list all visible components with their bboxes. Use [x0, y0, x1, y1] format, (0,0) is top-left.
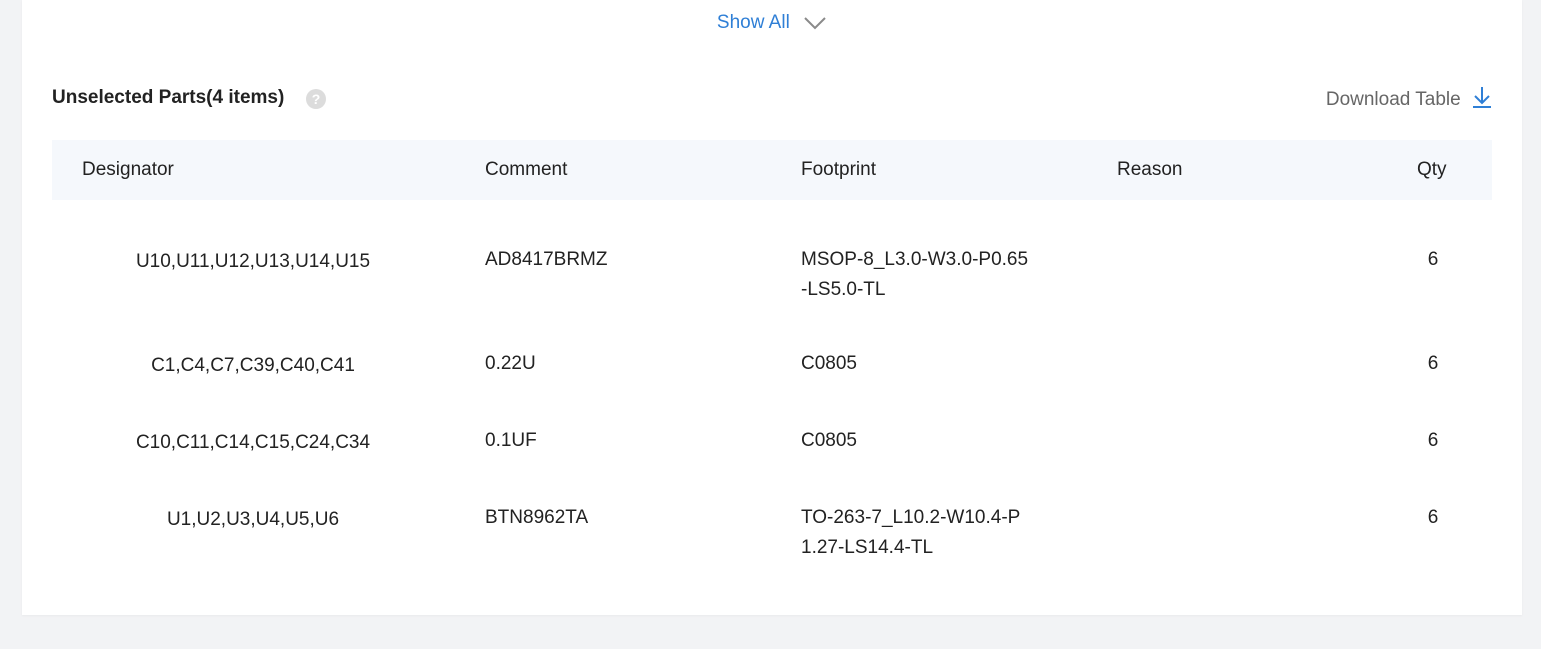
unselected-parts-table: Designator Comment Footprint Reason Qty … — [52, 140, 1492, 558]
footprint-line: C0805 — [801, 430, 857, 451]
designator-cell: C10,C11,C14,C15,C24,C34 — [135, 432, 371, 453]
footprint-line: TO-263-7_L10.2-W10.4-P — [801, 507, 1021, 528]
comment-cell: 0.22U — [485, 353, 536, 374]
footprint-line: -LS5.0-TL — [801, 279, 886, 300]
comment-cell: AD8417BRMZ — [485, 249, 608, 270]
qty-cell: 6 — [1427, 507, 1439, 528]
column-header-footprint: Footprint — [801, 159, 876, 180]
download-table-button[interactable]: Download Table — [1326, 86, 1492, 112]
show-all-label: Show All — [716, 12, 790, 33]
qty-cell: 6 — [1427, 353, 1439, 374]
footprint-line: MSOP-8_L3.0-W3.0-P0.65 — [801, 249, 1029, 270]
footprint-cell: C0805 — [801, 349, 1071, 379]
comment-cell: 0.1UF — [485, 430, 537, 451]
section-header: Unselected Parts(4 items) ? Download Tab… — [52, 86, 1492, 114]
designator-cell: U1,U2,U3,U4,U5,U6 — [166, 509, 340, 530]
footprint-line: C0805 — [801, 353, 857, 374]
qty-cell: 6 — [1427, 430, 1439, 451]
show-all-button[interactable]: Show All — [22, 12, 1522, 34]
section-title: Unselected Parts(4 items) — [52, 87, 285, 108]
table-header: Designator Comment Footprint Reason Qty — [52, 140, 1492, 200]
designator-cell: U10,U11,U12,U13,U14,U15 — [135, 251, 371, 272]
comment-cell: BTN8962TA — [485, 507, 589, 528]
qty-cell: 6 — [1427, 249, 1439, 270]
footprint-line: 1.27-LS14.4-TL — [801, 537, 934, 558]
column-header-reason: Reason — [1117, 159, 1183, 180]
designator-cell: C1,C4,C7,C39,C40,C41 — [151, 355, 355, 376]
chevron-down-icon — [804, 17, 826, 30]
footprint-cell: MSOP-8_L3.0-W3.0-P0.65 -LS5.0-TL — [801, 245, 1071, 305]
footprint-cell: TO-263-7_L10.2-W10.4-P 1.27-LS14.4-TL — [801, 503, 1071, 563]
download-arrow-icon — [1473, 87, 1491, 108]
column-header-qty: Qty — [1417, 159, 1447, 180]
column-header-designator: Designator — [82, 159, 174, 180]
footprint-cell: C0805 — [801, 426, 1071, 456]
column-header-comment: Comment — [485, 159, 568, 180]
question-circle-icon[interactable]: ? — [306, 89, 326, 109]
download-table-label: Download Table — [1325, 89, 1461, 110]
unselected-parts-card: Show All Unselected Parts(4 items) ? Dow… — [22, 0, 1522, 615]
